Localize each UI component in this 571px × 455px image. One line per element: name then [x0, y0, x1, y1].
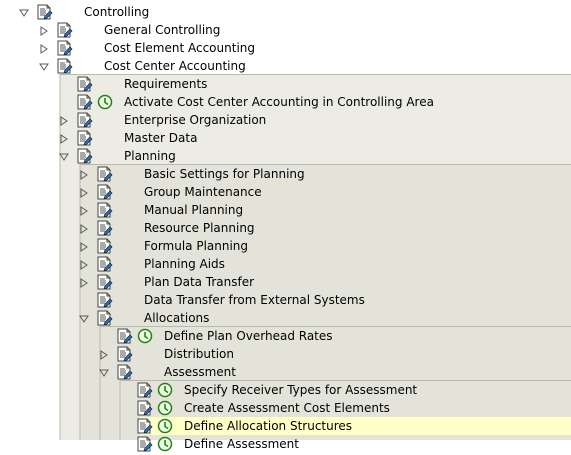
tree-node-controlling[interactable]: Controlling	[0, 3, 571, 21]
tree-node-enterprise-organization[interactable]: Enterprise Organization	[0, 111, 571, 129]
documentation-icon[interactable]	[96, 274, 114, 290]
documentation-icon[interactable]	[96, 292, 114, 308]
collapse-arrow-icon[interactable]	[39, 61, 49, 71]
tree-node-label: Controlling	[84, 5, 150, 19]
tree-node-label: Requirements	[124, 77, 208, 91]
documentation-icon[interactable]	[76, 76, 94, 92]
tree-node-label: Enterprise Organization	[124, 113, 267, 127]
tree-node-distribution[interactable]: Distribution	[0, 345, 571, 363]
documentation-icon[interactable]	[76, 130, 94, 146]
tree-node-label: Manual Planning	[144, 203, 244, 217]
tree-node-cost-center-accounting[interactable]: Cost Center Accounting	[0, 57, 571, 75]
tree-node-label: Planning Aids	[144, 257, 225, 271]
tree-node-define-assessment[interactable]: Define Assessment	[0, 435, 571, 453]
img-tree: Controlling General Controlling Cost Eleme…	[0, 0, 571, 452]
expand-arrow-icon[interactable]	[79, 259, 89, 270]
tree-node-label: Data Transfer from External Systems	[144, 293, 365, 307]
tree-node-activate-cost-center-accounting-in-controlling-area[interactable]: Activate Cost Center Accounting in Contr…	[0, 93, 571, 111]
tree-node-label: Master Data	[124, 131, 198, 145]
documentation-icon[interactable]	[76, 148, 94, 164]
tree-node-cost-element-accounting[interactable]: Cost Element Accounting	[0, 39, 571, 57]
tree-node-label: Define Allocation Structures	[184, 419, 353, 433]
tree-node-label: Allocations	[144, 311, 210, 325]
documentation-icon[interactable]	[96, 220, 114, 236]
documentation-icon[interactable]	[136, 400, 154, 416]
tree-node-label: General Controlling	[104, 23, 221, 37]
tree-node-label: Distribution	[164, 347, 235, 361]
tree-node-requirements[interactable]: Requirements	[0, 75, 571, 93]
tree-node-label: Basic Settings for Planning	[144, 167, 305, 181]
documentation-icon[interactable]	[96, 256, 114, 272]
tree-node-create-assessment-cost-elements[interactable]: Create Assessment Cost Elements	[0, 399, 571, 417]
documentation-icon[interactable]	[136, 382, 154, 398]
expand-arrow-icon[interactable]	[79, 223, 89, 234]
tree-node-label: Formula Planning	[144, 239, 249, 253]
execute-clock-icon[interactable]	[157, 436, 173, 452]
tree-node-plan-data-transfer[interactable]: Plan Data Transfer	[0, 273, 571, 291]
tree-node-group-maintenance[interactable]: Group Maintenance	[0, 183, 571, 201]
tree-node-define-allocation-structures[interactable]: Define Allocation Structures	[137, 417, 571, 435]
tree-node-define-plan-overhead-rates[interactable]: Define Plan Overhead Rates	[0, 327, 571, 345]
expand-arrow-icon[interactable]	[59, 133, 69, 144]
documentation-icon[interactable]	[56, 22, 74, 38]
documentation-icon[interactable]	[136, 418, 154, 434]
documentation-icon[interactable]	[56, 40, 74, 56]
tree-node-specify-receiver-types-for-assessment[interactable]: Specify Receiver Types for Assessment	[0, 381, 571, 399]
expand-arrow-icon[interactable]	[79, 205, 89, 216]
documentation-icon[interactable]	[96, 184, 114, 200]
tree-node-label: Define Assessment	[184, 437, 299, 451]
tree-node-label: Plan Data Transfer	[144, 275, 255, 289]
documentation-icon[interactable]	[96, 202, 114, 218]
documentation-icon[interactable]	[76, 94, 94, 110]
execute-clock-icon[interactable]	[97, 94, 113, 110]
collapse-arrow-icon[interactable]	[99, 367, 109, 377]
execute-clock-icon[interactable]	[137, 328, 153, 344]
execute-clock-icon[interactable]	[157, 382, 173, 398]
tree-node-allocations[interactable]: Allocations	[0, 309, 571, 327]
documentation-icon[interactable]	[36, 4, 54, 20]
documentation-icon[interactable]	[76, 112, 94, 128]
documentation-icon[interactable]	[136, 436, 154, 452]
expand-arrow-icon[interactable]	[79, 169, 89, 180]
tree-node-label: Assessment	[164, 365, 236, 379]
expand-arrow-icon[interactable]	[39, 43, 49, 54]
tree-node-planning-aids[interactable]: Planning Aids	[0, 255, 571, 273]
tree-node-label: Cost Center Accounting	[104, 59, 246, 73]
tree-node-label: Specify Receiver Types for Assessment	[184, 383, 418, 397]
tree-node-master-data[interactable]: Master Data	[0, 129, 571, 147]
collapse-arrow-icon[interactable]	[19, 7, 29, 17]
expand-arrow-icon[interactable]	[59, 115, 69, 126]
tree-node-label: Cost Element Accounting	[104, 41, 255, 55]
tree-node-planning[interactable]: Planning	[0, 147, 571, 165]
collapse-arrow-icon[interactable]	[59, 151, 69, 161]
documentation-icon[interactable]	[116, 328, 134, 344]
execute-clock-icon[interactable]	[157, 400, 173, 416]
expand-arrow-icon[interactable]	[79, 277, 89, 288]
tree-node-label: Create Assessment Cost Elements	[184, 401, 390, 415]
tree-node-general-controlling[interactable]: General Controlling	[0, 21, 571, 39]
expand-arrow-icon[interactable]	[39, 25, 49, 36]
tree-node-label: Group Maintenance	[144, 185, 262, 199]
execute-clock-icon[interactable]	[157, 418, 173, 434]
tree-node-data-transfer-from-external-systems[interactable]: Data Transfer from External Systems	[0, 291, 571, 309]
documentation-icon[interactable]	[116, 346, 134, 362]
expand-arrow-icon[interactable]	[79, 187, 89, 198]
documentation-icon[interactable]	[96, 238, 114, 254]
tree-node-assessment[interactable]: Assessment	[0, 363, 571, 381]
tree-node-basic-settings-for-planning[interactable]: Basic Settings for Planning	[0, 165, 571, 183]
documentation-icon[interactable]	[96, 310, 114, 326]
tree-node-formula-planning[interactable]: Formula Planning	[0, 237, 571, 255]
tree-node-label: Planning	[124, 149, 176, 163]
documentation-icon[interactable]	[96, 166, 114, 182]
tree-node-resource-planning[interactable]: Resource Planning	[0, 219, 571, 237]
tree-node-manual-planning[interactable]: Manual Planning	[0, 201, 571, 219]
documentation-icon[interactable]	[56, 58, 74, 74]
documentation-icon[interactable]	[116, 364, 134, 380]
tree-node-label: Define Plan Overhead Rates	[164, 329, 333, 343]
tree-node-label: Activate Cost Center Accounting in Contr…	[124, 95, 434, 109]
collapse-arrow-icon[interactable]	[79, 313, 89, 323]
expand-arrow-icon[interactable]	[99, 349, 109, 360]
expand-arrow-icon[interactable]	[79, 241, 89, 252]
tree-node-label: Resource Planning	[144, 221, 255, 235]
